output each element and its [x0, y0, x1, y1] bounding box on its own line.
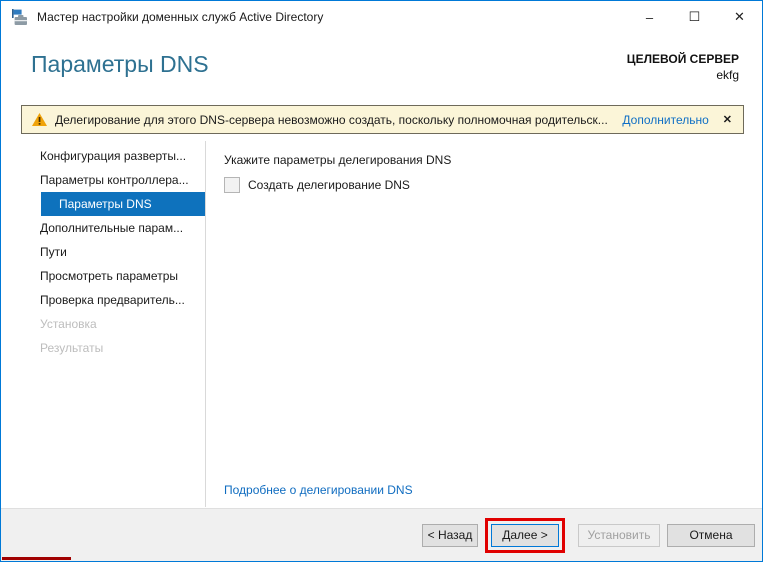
target-server-label: ЦЕЛЕВОЙ СЕРВЕР — [626, 52, 739, 66]
create-dns-delegation-checkbox — [224, 177, 240, 193]
nav-item-additional-options[interactable]: Дополнительные парам... — [1, 216, 205, 240]
warning-more-link[interactable]: Дополнительно — [622, 113, 708, 127]
main-content: Укажите параметры делегирования DNS Созд… — [207, 141, 762, 507]
nav-item-paths[interactable]: Пути — [1, 240, 205, 264]
nav-item-dns-options[interactable]: Параметры DNS — [41, 192, 205, 216]
wizard-window: Мастер настройки доменных служб Active D… — [0, 0, 763, 562]
wizard-nav: Конфигурация разверты... Параметры контр… — [1, 141, 206, 507]
install-button: Установить — [578, 523, 660, 547]
minimize-button[interactable]: – — [627, 1, 672, 33]
nav-item-prerequisites-check[interactable]: Проверка предваритель... — [1, 288, 205, 312]
back-button[interactable]: < Назад — [422, 523, 478, 547]
create-dns-delegation-label: Создать делегирование DNS — [248, 178, 410, 192]
target-server-block: ЦЕЛЕВОЙ СЕРВЕР ekfg — [627, 51, 739, 83]
dns-delegation-help-link[interactable]: Подробнее о делегировании DNS — [224, 483, 413, 497]
red-annotation-box: Далее > — [485, 517, 565, 553]
target-server-name: ekfg — [716, 68, 739, 82]
warning-banner: Делегирование для этого DNS-сервера нево… — [21, 105, 744, 134]
footer-bar: < Назад Далее > Установить Отмена — [1, 508, 762, 561]
nav-item-deployment-configuration[interactable]: Конфигурация разверты... — [1, 144, 205, 168]
close-button[interactable]: ✕ — [717, 1, 762, 33]
window-title: Мастер настройки доменных служб Active D… — [37, 10, 324, 24]
maximize-button[interactable]: ☐ — [672, 1, 717, 33]
nav-item-results: Результаты — [40, 341, 104, 355]
nav-item-review-options[interactable]: Просмотреть параметры — [1, 264, 205, 288]
warning-icon — [32, 113, 47, 126]
page-title: Параметры DNS — [31, 51, 209, 77]
instruction-text: Укажите параметры делегирования DNS — [224, 153, 452, 167]
window-controls: – ☐ ✕ — [627, 1, 762, 33]
nav-item-installation: Установка — [40, 317, 97, 331]
next-button[interactable]: Далее > — [491, 523, 559, 547]
nav-item-domain-controller-options[interactable]: Параметры контроллера... — [1, 168, 205, 192]
cancel-button[interactable]: Отмена — [667, 523, 755, 547]
titlebar: Мастер настройки доменных служб Active D… — [1, 1, 762, 33]
warning-message: Делегирование для этого DNS-сервера нево… — [55, 112, 608, 127]
warning-close-icon[interactable]: ✕ — [723, 113, 732, 126]
create-dns-delegation-row: Создать делегирование DNS — [224, 177, 410, 193]
app-icon — [10, 8, 29, 26]
red-line-artifact — [2, 557, 71, 560]
